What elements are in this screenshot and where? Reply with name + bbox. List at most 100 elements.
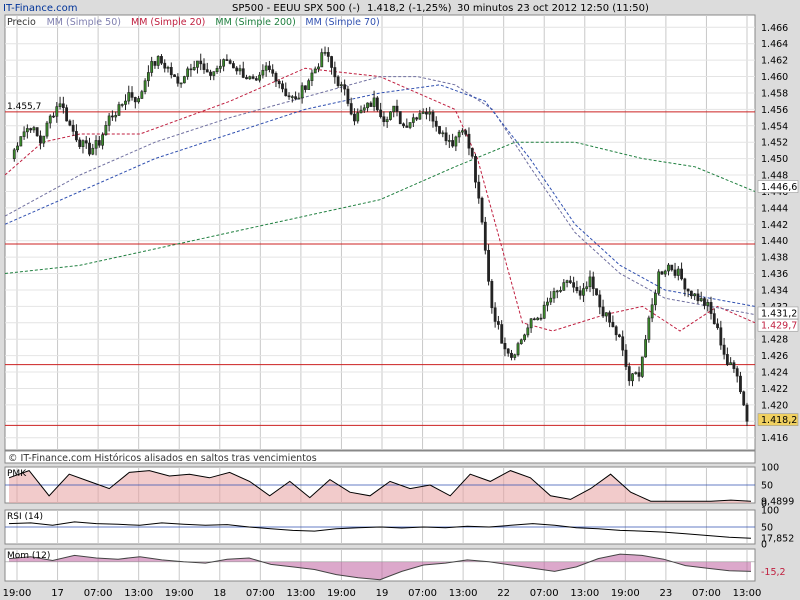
candle-body [339, 84, 343, 87]
price-tick-label: 1.452 [761, 138, 788, 149]
candle-body [218, 65, 222, 69]
time-tick-label: 13:00 [733, 588, 762, 599]
candle-body [146, 72, 150, 82]
candle-body [405, 125, 409, 128]
candle-body [392, 105, 396, 113]
candle-body [258, 74, 262, 81]
candle-body [735, 368, 739, 377]
interval-label: 30 minutos [457, 3, 513, 14]
candle-body [12, 149, 16, 160]
candle-body [510, 352, 513, 358]
candle-body [568, 280, 572, 283]
candle-body [42, 135, 46, 144]
price-tag-label: 1.418,2 [761, 415, 797, 426]
candle-body [500, 324, 504, 344]
candle-body [588, 276, 592, 288]
candle-body [137, 98, 140, 103]
candle-body [539, 317, 543, 320]
candle-body [55, 106, 59, 117]
candle-body [248, 76, 252, 80]
candle-body [343, 84, 347, 90]
price-plot-area [4, 14, 756, 451]
candle-body [228, 60, 232, 64]
candle-body [686, 288, 690, 292]
candle-body [107, 115, 111, 126]
time-tick-label: 19 [376, 588, 389, 599]
candle-body [408, 122, 412, 128]
price-tick-label: 1.456 [761, 105, 788, 116]
candle-body [618, 334, 621, 338]
candle-body [375, 97, 379, 111]
candle-body [238, 68, 242, 72]
candle-body [65, 107, 69, 122]
indicator-title: PMK [7, 469, 27, 479]
candle-body [434, 120, 438, 127]
candle-body [585, 286, 589, 289]
candle-body [160, 56, 163, 64]
indicator-tick-label: 100 [761, 463, 779, 474]
candle-body [313, 68, 317, 74]
candle-body [739, 375, 742, 393]
candle-body [660, 271, 664, 275]
candle-body [444, 132, 448, 142]
price-tick-label: 1.440 [761, 236, 788, 247]
candle-body [25, 128, 29, 133]
price-tick-label: 1.434 [761, 285, 788, 296]
candle-body [457, 131, 461, 138]
price-tick-label: 1.448 [761, 171, 788, 182]
candle-body [464, 130, 468, 135]
candle-body [411, 117, 415, 123]
candle-body [199, 60, 203, 65]
candle-body [290, 96, 294, 98]
candle-body [205, 69, 209, 73]
indicator-tick-label: 50 [761, 523, 773, 534]
candle-body [173, 74, 176, 78]
candle-body [169, 67, 173, 76]
candle-body [78, 139, 82, 147]
candle-body [490, 280, 494, 309]
momentum-axis: -15,2 [761, 567, 786, 578]
candle-body [438, 126, 441, 134]
candle-body [330, 56, 333, 68]
candle-body [575, 286, 579, 291]
candle-body [268, 65, 271, 71]
indicator-last-value: -15,2 [761, 567, 786, 578]
legend-entry: MM (Simple 50) [47, 17, 121, 28]
candle-body [179, 82, 183, 85]
candle-body [336, 76, 340, 87]
candle-body [225, 59, 229, 61]
candle-body [614, 326, 618, 336]
candle-body [519, 339, 523, 344]
price-tick-label: 1.444 [761, 203, 788, 214]
time-tick-label: 18 [213, 588, 226, 599]
candle-body [425, 111, 428, 115]
candle-body [133, 97, 137, 103]
candle-body [323, 52, 327, 54]
datetime-label: 23 oct 2012 12:50 (11:50) [517, 3, 649, 14]
candle-body [245, 77, 248, 80]
candle-body [366, 102, 369, 109]
candle-body [732, 362, 736, 369]
candle-body [506, 348, 510, 354]
candle-body [176, 76, 180, 84]
candle-body [379, 109, 383, 117]
candle-body [555, 290, 559, 293]
candle-body [71, 124, 75, 132]
candle-body [516, 343, 520, 356]
candle-body [565, 280, 569, 283]
candle-body [287, 95, 291, 98]
candle-body [693, 293, 697, 297]
candle-body [483, 221, 487, 251]
candle-body [310, 72, 314, 81]
time-tick-label: 13:00 [570, 588, 599, 599]
price-tick-label: 1.422 [761, 384, 788, 395]
candle-body [75, 131, 78, 141]
candle-body [542, 304, 546, 319]
candle-body [470, 147, 474, 157]
candle-body [402, 123, 405, 127]
candle-body [22, 131, 26, 137]
candle-body [307, 80, 311, 90]
candle-body [676, 268, 680, 276]
time-tick-label: 07:00 [84, 588, 113, 599]
legend-entry: MM (Simple 20) [131, 17, 205, 28]
